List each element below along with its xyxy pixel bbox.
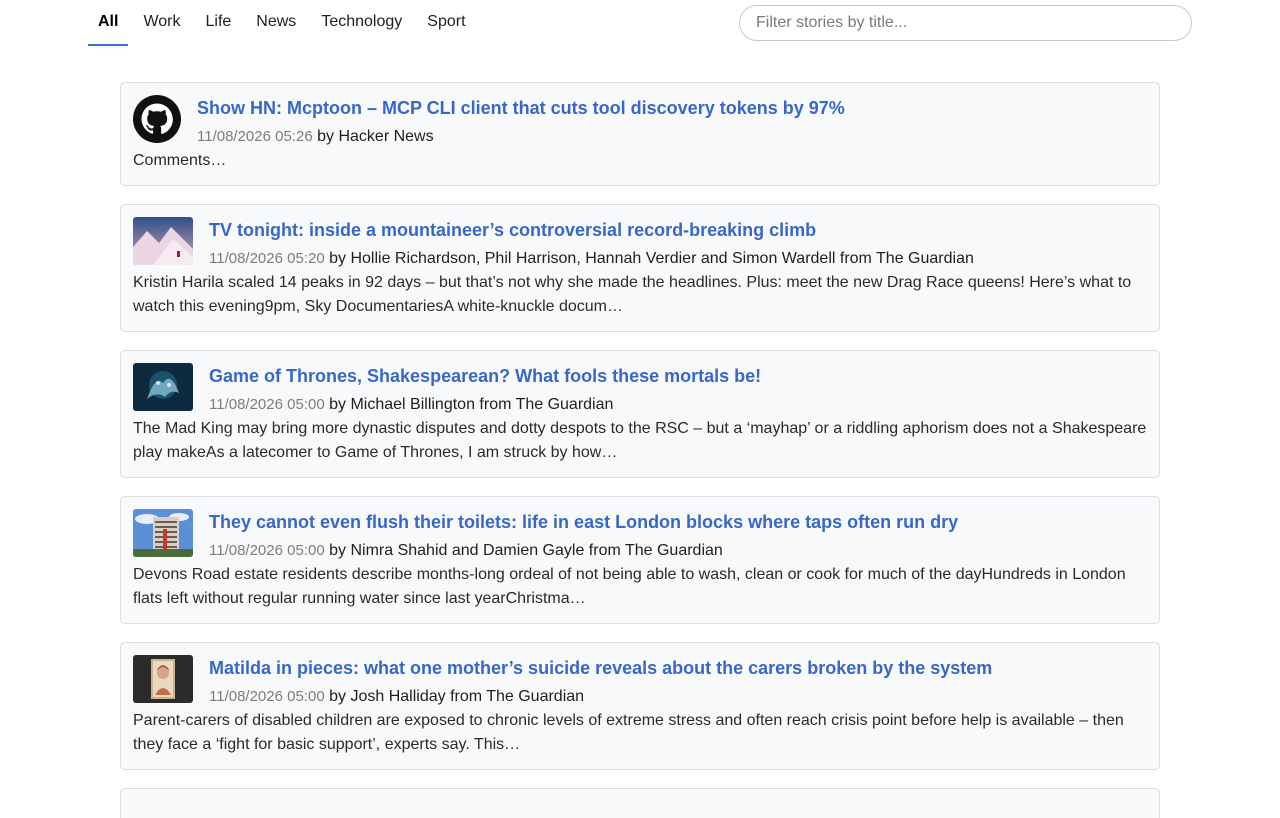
story-date: 11/08/2026 05:00	[209, 396, 325, 413]
story-date: 11/08/2026 05:26	[197, 128, 313, 145]
story-card: Matilda in pieces: what one mother’s sui…	[120, 642, 1160, 770]
tab-technology[interactable]: Technology	[311, 0, 412, 44]
story-card: Game of Thrones, Shakespearean? What foo…	[120, 350, 1160, 478]
story-meta: 11/08/2026 05:20 by Hollie Richardson, P…	[133, 247, 1147, 271]
story-byline: by Michael Billington from The Guardian	[324, 396, 614, 413]
story-byline: by Nimra Shahid and Damien Gayle from Th…	[324, 542, 723, 559]
story-summary: Kristin Harila scaled 14 peaks in 92 day…	[133, 274, 1132, 315]
tower-block-photo-thumbnail	[133, 509, 193, 557]
top-navigation: All Work Life News Technology Sport	[0, 0, 1280, 60]
story-summary: The Mad King may bring more dynastic dis…	[133, 420, 1147, 461]
story-summary: Comments…	[133, 152, 227, 169]
mountain-photo-thumbnail	[133, 217, 193, 265]
tab-all[interactable]: All	[88, 0, 129, 46]
github-logo-icon	[133, 95, 181, 143]
portrait-photo-thumbnail	[133, 655, 193, 703]
story-title-link[interactable]: Game of Thrones, Shakespearean? What foo…	[133, 363, 1147, 389]
tab-news[interactable]: News	[246, 0, 306, 44]
story-byline: by Hollie Richardson, Phil Harrison, Han…	[324, 250, 974, 267]
tab-sport[interactable]: Sport	[417, 0, 475, 44]
tab-work[interactable]: Work	[133, 0, 190, 44]
story-list: Show HN: Mcptoon – MCP CLI client that c…	[120, 82, 1160, 818]
story-card: They cannot even flush their toilets: li…	[120, 496, 1160, 624]
story-title-link[interactable]: TV tonight: inside a mountaineer’s contr…	[133, 217, 1147, 243]
filter-stories-input[interactable]	[739, 5, 1192, 41]
category-tabs: All Work Life News Technology Sport	[88, 0, 481, 46]
story-card-partial	[120, 788, 1160, 818]
story-title-link[interactable]: They cannot even flush their toilets: li…	[133, 509, 1147, 535]
story-byline: by Hacker News	[312, 128, 434, 145]
story-card: TV tonight: inside a mountaineer’s contr…	[120, 204, 1160, 332]
story-meta: 11/08/2026 05:00 by Josh Halliday from T…	[133, 685, 1147, 709]
story-meta: 11/08/2026 05:00 by Michael Billington f…	[133, 393, 1147, 417]
story-byline: by Josh Halliday from The Guardian	[324, 688, 585, 705]
dragon-photo-thumbnail	[133, 363, 193, 411]
story-date: 11/08/2026 05:00	[209, 688, 325, 705]
story-meta: 11/08/2026 05:00 by Nimra Shahid and Dam…	[133, 539, 1147, 563]
story-summary: Parent-carers of disabled children are e…	[133, 712, 1124, 753]
story-meta: 11/08/2026 05:26 by Hacker News	[133, 125, 1147, 149]
story-date: 11/08/2026 05:20	[209, 250, 325, 267]
story-title-link[interactable]: Matilda in pieces: what one mother’s sui…	[133, 655, 1147, 681]
story-summary: Devons Road estate residents describe mo…	[133, 566, 1126, 607]
tab-life[interactable]: Life	[196, 0, 242, 44]
story-card: Show HN: Mcptoon – MCP CLI client that c…	[120, 82, 1160, 186]
story-title-link[interactable]: Show HN: Mcptoon – MCP CLI client that c…	[133, 95, 1147, 121]
story-date: 11/08/2026 05:00	[209, 542, 325, 559]
